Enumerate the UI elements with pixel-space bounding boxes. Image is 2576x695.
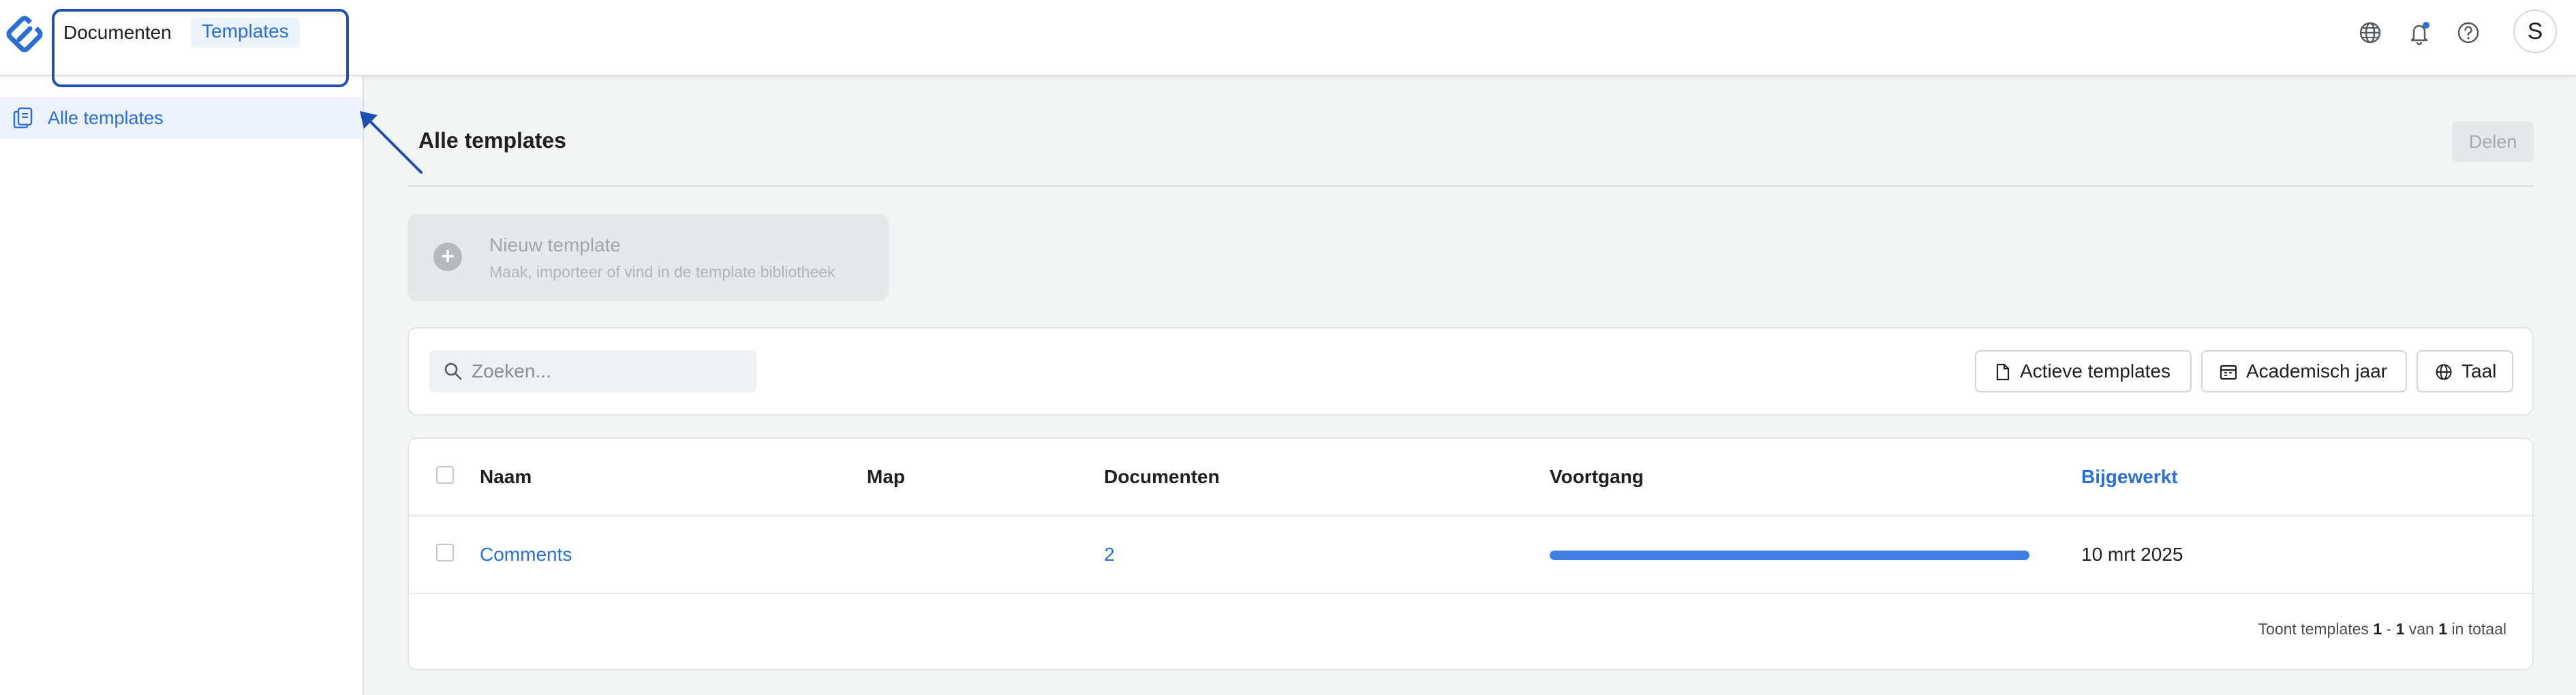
bell-icon[interactable] <box>2406 19 2433 46</box>
new-template-title: Nieuw template <box>489 234 621 256</box>
row-documenten-link[interactable]: 2 <box>1104 544 1115 566</box>
top-bar: Documenten Templates S <box>0 0 2576 76</box>
filter-toolbar: Actieve templates Academisch jaar Taal <box>408 327 2534 416</box>
row-divider <box>409 593 2532 594</box>
filter-academisch-label: Academisch jaar <box>2246 360 2387 382</box>
footer-suffix: in totaal <box>2451 620 2506 638</box>
nav-templates[interactable]: Templates <box>191 18 300 48</box>
nav-documenten[interactable]: Documenten <box>63 19 172 50</box>
annotation-arrow <box>360 111 423 174</box>
help-icon[interactable] <box>2455 19 2482 46</box>
share-button[interactable]: Delen <box>2452 121 2534 162</box>
sidebar-item-label: Alle templates <box>48 108 164 128</box>
column-header-bijgewerkt[interactable]: Bijgewerkt <box>2081 466 2178 488</box>
footer-to: 1 <box>2395 620 2405 638</box>
footer-of-word: van <box>2408 620 2434 638</box>
search-icon <box>444 362 462 380</box>
row-voortgang-progress <box>1550 551 2029 560</box>
filter-actieve-label: Actieve templates <box>2020 360 2171 382</box>
globe-icon <box>2436 364 2452 380</box>
templates-icon <box>13 107 33 129</box>
progress-fill <box>1550 551 2029 560</box>
page-title: Alle templates <box>418 128 566 153</box>
new-template-subtitle: Maak, importeer of vind in de template b… <box>489 263 835 281</box>
column-header-naam[interactable]: Naam <box>480 466 532 488</box>
new-template-card[interactable]: + Nieuw template Maak, importeer of vind… <box>408 214 889 301</box>
sidebar: Alle templates <box>0 76 364 695</box>
select-all-checkbox[interactable] <box>436 466 454 484</box>
title-divider <box>408 185 2534 187</box>
filter-actieve-templates-button[interactable]: Actieve templates <box>1975 350 2192 392</box>
document-icon <box>1996 363 2010 381</box>
column-header-documenten[interactable]: Documenten <box>1104 466 1220 488</box>
plus-icon: + <box>433 243 462 271</box>
search-input[interactable] <box>472 357 744 386</box>
footer-total: 1 <box>2438 620 2448 638</box>
filter-academisch-jaar-button[interactable]: Academisch jaar <box>2201 350 2407 392</box>
row-divider <box>409 515 2532 516</box>
filter-taal-label: Taal <box>2462 360 2497 382</box>
app-logo-icon[interactable] <box>4 14 45 55</box>
column-header-voortgang[interactable]: Voortgang <box>1550 466 1644 488</box>
templates-table: Naam Map Documenten Voortgang Bijgewerkt… <box>408 437 2534 670</box>
table-footer: Toont templates 1 - 1 van 1 in totaal <box>2258 620 2506 638</box>
filter-taal-button[interactable]: Taal <box>2417 350 2513 392</box>
calendar-icon <box>2220 365 2237 380</box>
row-bijgewerkt: 10 mrt 2025 <box>2081 544 2183 565</box>
sidebar-item-alle-templates[interactable]: Alle templates <box>0 97 363 139</box>
footer-prefix: Toont templates <box>2258 620 2369 638</box>
column-header-map[interactable]: Map <box>867 466 905 488</box>
avatar[interactable]: S <box>2513 10 2557 53</box>
row-naam-link[interactable]: Comments <box>480 544 572 566</box>
globe-icon[interactable] <box>2357 19 2384 46</box>
row-checkbox[interactable] <box>436 544 454 561</box>
search-box[interactable] <box>429 350 756 392</box>
footer-from: 1 <box>2373 620 2382 638</box>
